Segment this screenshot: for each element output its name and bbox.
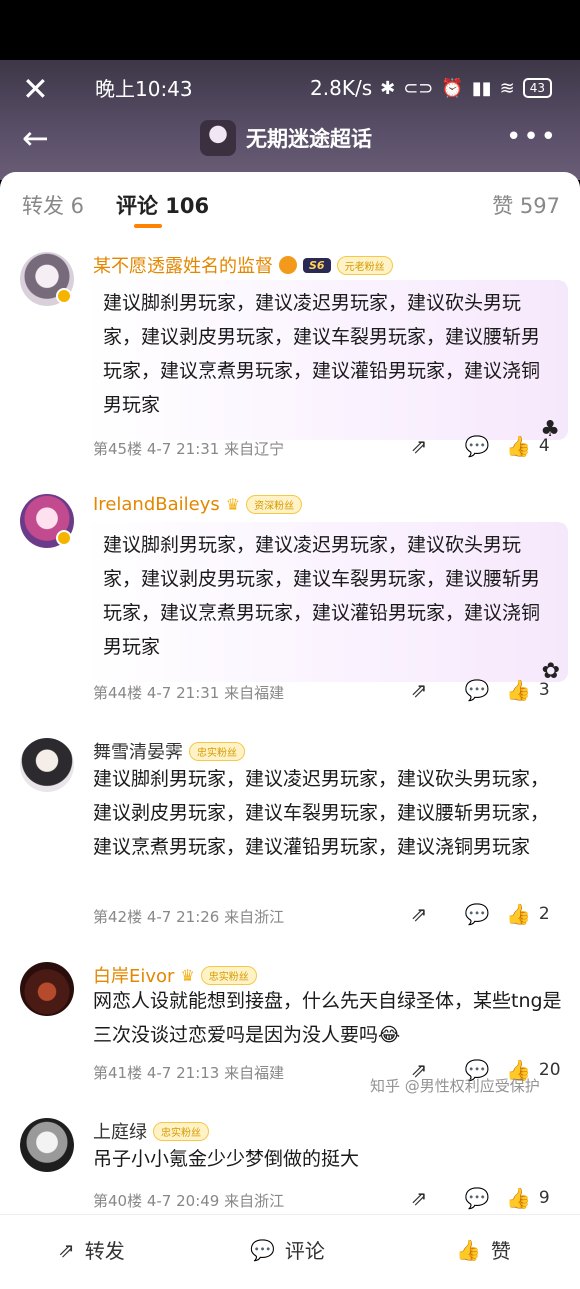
comment-text: 建议脚刹男玩家，建议凌迟男玩家，建议砍头男玩家，建议剥皮男玩家，建议车裂男玩家，…	[93, 768, 550, 858]
username[interactable]: 上庭绿	[93, 1118, 147, 1144]
crown-icon: ♛	[225, 495, 241, 514]
thumbs-up-icon: 👍	[456, 1237, 481, 1262]
header: ✕ 晚上10:43 2.8K/s ✱ ⊂⊃ ⏰ ▮▮ ≋ 43 ← 无期迷途超话…	[0, 60, 580, 180]
comment-bubble: 建议脚刹男玩家，建议凌迟男玩家，建议砍头男玩家，建议剥皮男玩家，建议车裂男玩家，…	[84, 522, 568, 684]
like-label: 赞	[490, 1239, 511, 1263]
comment-meta: 第44楼 4-7 21:31 来自福建	[93, 684, 285, 702]
toggle-icon: ⊂⊃	[403, 77, 434, 99]
nav-bar: ← 无期迷途超话 •••	[0, 118, 580, 162]
top-black-bar	[0, 0, 580, 60]
like-count: 9	[538, 1188, 550, 1208]
verified-badge-icon	[56, 288, 72, 304]
comment-meta: 第45楼 4-7 21:31 来自辽宁	[93, 440, 285, 458]
like-button[interactable]: 👍 2	[506, 902, 566, 926]
wifi-icon: ≋	[499, 77, 515, 99]
fan-badge: 元老粉丝	[336, 255, 393, 275]
topic-avatar	[200, 120, 236, 156]
orange-medal-icon	[279, 256, 297, 274]
crown-icon: ♛	[180, 965, 195, 985]
verified-badge-icon	[56, 530, 72, 546]
username[interactable]: IrelandBaileys	[93, 494, 220, 515]
avatar[interactable]	[20, 738, 74, 792]
comment-icon: 💬	[250, 1237, 275, 1262]
name-line: 某不愿透露姓名的监督 S6 元老粉丝	[93, 252, 393, 278]
status-bar: ✕ 晚上10:43 2.8K/s ✱ ⊂⊃ ⏰ ▮▮ ≋ 43	[0, 73, 580, 105]
comment-text: 网恋人设就能想到接盘，什么先天自绿圣体，某些tng是三次没谈过恋爱吗是因为没人要…	[93, 990, 562, 1046]
bottom-action-bar: ⇗ 转发 💬 评论 👍 赞	[0, 1214, 580, 1289]
thumbs-up-icon: 👍	[506, 1186, 531, 1210]
like-count: 2	[538, 904, 550, 924]
comment-text: 建议脚刹男玩家，建议凌迟男玩家，建议砍头男玩家，建议剥皮男玩家，建议车裂男玩家，…	[103, 534, 541, 658]
more-icon[interactable]: •••	[506, 122, 558, 152]
back-arrow-icon[interactable]: ←	[22, 120, 49, 156]
comments-card: 转发 6 评论 106 赞 597 某不愿透露姓名的监督 S6 元老粉丝 建议脚…	[0, 172, 580, 1289]
like-count: 20	[538, 1060, 561, 1080]
repost-label: 转发	[84, 1239, 125, 1263]
like-button[interactable]: 👍 4	[506, 434, 566, 458]
status-time: 晚上10:43	[95, 77, 193, 101]
level-badge: S6	[303, 257, 331, 273]
name-line: IrelandBaileys ♛ 资深粉丝	[93, 494, 303, 515]
tab-repost[interactable]: 转发 6	[22, 190, 84, 220]
bluetooth-icon: ✱	[380, 77, 396, 99]
like-post-button[interactable]: 👍 赞	[456, 1235, 511, 1264]
comment-text: 建议脚刹男玩家，建议凌迟男玩家，建议砍头男玩家，建议剥皮男玩家，建议车裂男玩家，…	[103, 292, 541, 416]
comment-meta: 第42楼 4-7 21:26 来自浙江	[93, 908, 285, 926]
username[interactable]: 舞雪清晏霁	[93, 738, 183, 764]
comment-actions: ⇗ 💬 👍 9	[390, 1186, 566, 1210]
name-line: 上庭绿 忠实粉丝	[93, 1118, 209, 1144]
comment-button[interactable]: 💬 评论	[250, 1235, 325, 1264]
title-group[interactable]: 无期迷途超话	[200, 120, 372, 156]
avatar[interactable]	[20, 962, 74, 1016]
name-line: 舞雪清晏霁 忠实粉丝	[93, 738, 245, 764]
share-icon[interactable]: ⇗	[390, 902, 448, 926]
reply-icon[interactable]: 💬	[448, 678, 506, 702]
close-icon[interactable]: ✕	[22, 73, 49, 105]
active-tab-indicator	[134, 224, 162, 228]
repost-button[interactable]: ⇗ 转发	[58, 1235, 125, 1264]
like-count: 3	[538, 680, 550, 700]
comment-actions: ⇗ 💬 👍 4	[390, 434, 566, 458]
comment-bubble: 建议脚刹男玩家，建议凌迟男玩家，建议砍头男玩家，建议剥皮男玩家，建议车裂男玩家，…	[84, 280, 568, 442]
watermark: 知乎 @男性权利应受保护	[370, 1077, 540, 1095]
tab-likes[interactable]: 赞 597	[492, 190, 560, 220]
username[interactable]: 某不愿透露姓名的监督	[93, 252, 273, 278]
status-icons: 2.8K/s ✱ ⊂⊃ ⏰ ▮▮ ≋ 43	[310, 76, 552, 100]
repost-icon: ⇗	[58, 1237, 75, 1262]
reply-icon[interactable]: 💬	[448, 902, 506, 926]
comment-meta: 第40楼 4-7 20:49 来自浙江	[93, 1192, 285, 1210]
avatar[interactable]	[20, 1118, 74, 1172]
fan-badge: 资深粉丝	[246, 495, 303, 514]
share-icon[interactable]: ⇗	[390, 1186, 448, 1210]
tab-comments[interactable]: 评论 106	[116, 190, 209, 220]
battery-icon: 43	[522, 78, 552, 98]
thumbs-up-icon: 👍	[506, 902, 531, 926]
comment-label: 评论	[284, 1239, 325, 1263]
signal-icon: ▮▮	[471, 77, 492, 99]
network-speed: 2.8K/s	[310, 76, 373, 100]
thumbs-up-icon: 👍	[506, 434, 531, 458]
page-title: 无期迷途超话	[246, 127, 372, 151]
comment-actions: ⇗ 💬 👍 3	[390, 678, 566, 702]
thumbs-up-icon: 👍	[506, 678, 531, 702]
comment-text: 吊子小小氪金少少梦倒做的挺大	[93, 1148, 360, 1170]
fan-badge: 忠实粉丝	[153, 1121, 209, 1141]
reply-icon[interactable]: 💬	[448, 434, 506, 458]
tab-bar: 转发 6 评论 106 赞 597	[0, 172, 580, 234]
like-button[interactable]: 👍 9	[506, 1186, 566, 1210]
reply-icon[interactable]: 💬	[448, 1186, 506, 1210]
comment-actions: ⇗ 💬 👍 2	[390, 902, 566, 926]
share-icon[interactable]: ⇗	[390, 678, 448, 702]
like-button[interactable]: 👍 3	[506, 678, 566, 702]
fan-badge: 忠实粉丝	[189, 741, 245, 761]
alarm-icon: ⏰	[441, 77, 464, 99]
like-count: 4	[538, 436, 550, 456]
share-icon[interactable]: ⇗	[390, 434, 448, 458]
comment-meta: 第41楼 4-7 21:13 来自福建	[93, 1064, 285, 1082]
fan-badge: 忠实粉丝	[200, 965, 257, 985]
